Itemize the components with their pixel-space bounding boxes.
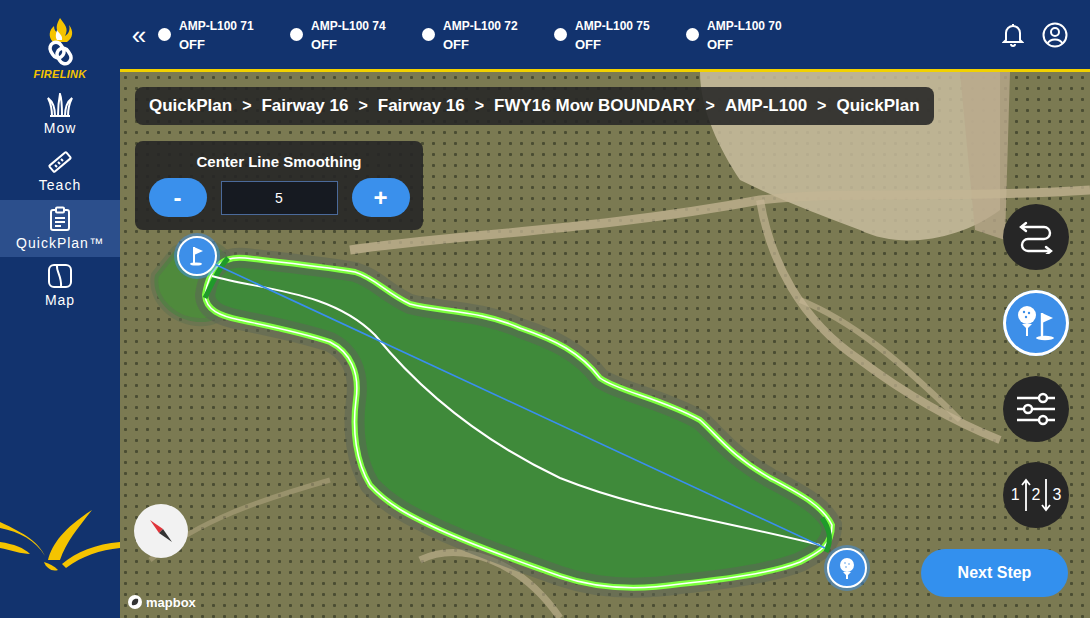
device-state: OFF — [179, 37, 254, 52]
device-status[interactable]: AMP-L100 75 OFF — [554, 17, 686, 52]
device-state: OFF — [707, 37, 782, 52]
sidebar-item[interactable]: QuickPlan™ — [0, 200, 120, 257]
smoothing-panel: Center Line Smoothing -5 + — [135, 141, 423, 230]
route-button[interactable] — [1003, 204, 1069, 270]
up-arrow-icon — [1021, 478, 1031, 512]
decrement-button[interactable]: - — [149, 178, 207, 217]
logo: FIRELINK — [0, 0, 120, 86]
device-name: AMP-L100 70 — [707, 19, 782, 33]
order-number: 1 — [1011, 486, 1020, 504]
sliders-icon — [1015, 391, 1057, 427]
sidebar: FIRELINK Mow Teach QuickPlan™ Map — [0, 0, 120, 618]
breadcrumb-separator: > — [242, 97, 251, 115]
wing-logo-icon — [0, 508, 120, 578]
breadcrumb-item[interactable]: QuickPlan — [836, 96, 919, 116]
swoosh — [0, 498, 120, 618]
sidebar-item[interactable]: Map — [0, 257, 120, 314]
next-step-button[interactable]: Next Step — [921, 549, 1068, 597]
mow-icon — [47, 93, 73, 117]
sidebar-item[interactable]: Teach — [0, 143, 120, 200]
user-icon[interactable] — [1042, 22, 1068, 48]
breadcrumb-separator: > — [475, 97, 484, 115]
breadcrumb-item[interactable]: Fairway 16 — [378, 96, 465, 116]
teeflag-icon — [1014, 303, 1058, 343]
breadcrumb-item[interactable]: QuickPlan — [149, 96, 232, 116]
order-number: 2 — [1032, 486, 1041, 504]
device-text: AMP-L100 72 OFF — [443, 19, 518, 52]
device-text: AMP-L100 74 OFF — [311, 19, 386, 52]
flag-pin[interactable] — [177, 236, 217, 276]
map-icon — [47, 263, 73, 289]
status-dot — [158, 28, 171, 41]
teeflag-button[interactable] — [1003, 290, 1069, 356]
top-bar: «AMP-L100 71OFFAMP-L100 74OFFAMP-L100 72… — [120, 0, 1090, 69]
order-number: 3 — [1052, 486, 1061, 504]
flag-icon — [187, 245, 207, 267]
sliders-button[interactable] — [1003, 376, 1069, 442]
status-dot — [422, 28, 435, 41]
device-name: AMP-L100 74 — [311, 19, 386, 33]
breadcrumb-separator: > — [358, 97, 367, 115]
down-arrow-icon — [1041, 478, 1051, 512]
breadcrumb-item[interactable]: AMP-L100 — [725, 96, 807, 116]
device-list: AMP-L100 71 OFF AMP-L100 74 OFF AMP-L100 72 O… — [158, 17, 1002, 52]
device-status[interactable]: AMP-L100 71 OFF — [158, 17, 290, 52]
status-dot — [686, 28, 699, 41]
breadcrumb: QuickPlan > Fairway 16 > Fairway 16 > FWY16 Mo… — [135, 87, 934, 125]
route-icon — [1016, 220, 1056, 254]
breadcrumb-item[interactable]: FWY16 Mow BOUNDARY — [494, 96, 696, 116]
smoothing-value[interactable]: 5 — [221, 181, 338, 215]
sidebar-item[interactable]: Mow — [0, 86, 120, 143]
device-state: OFF — [311, 37, 386, 52]
increment-button[interactable]: + — [352, 178, 410, 217]
spacer — [0, 314, 120, 498]
device-status[interactable]: AMP-L100 74 OFF — [290, 17, 422, 52]
device-name: AMP-L100 75 — [575, 19, 650, 33]
map[interactable]: QuickPlan > Fairway 16 > Fairway 16 > FWY16 Mo… — [120, 72, 1090, 618]
device-text: AMP-L100 70 OFF — [707, 19, 782, 52]
smoothing-controls: -5 + — [149, 178, 410, 217]
mapbox-logo-icon — [127, 594, 143, 610]
main: «AMP-L100 71OFFAMP-L100 74OFFAMP-L100 72… — [120, 0, 1090, 618]
compass-icon — [144, 514, 178, 548]
device-name: AMP-L100 71 — [179, 19, 254, 33]
golf-ball-icon — [837, 556, 857, 580]
status-dot — [554, 28, 567, 41]
order-icon: 123 — [1011, 478, 1062, 512]
tee-pin[interactable] — [827, 548, 867, 588]
breadcrumb-separator: > — [817, 97, 826, 115]
status-dot — [290, 28, 303, 41]
device-state: OFF — [575, 37, 650, 52]
breadcrumb-item[interactable]: Fairway 16 — [261, 96, 348, 116]
mapbox-attribution[interactable]: mapbox — [127, 594, 196, 610]
bell-icon[interactable] — [1002, 23, 1024, 47]
sidebar-label: Mow — [44, 120, 77, 136]
device-status[interactable]: AMP-L100 72 OFF — [422, 17, 554, 52]
compass-button[interactable] — [134, 504, 188, 558]
device-text: AMP-L100 71 OFF — [179, 19, 254, 52]
firelink-logo-icon — [43, 16, 77, 66]
brand-name: FIRELINK — [33, 68, 86, 80]
sidebar-label: Teach — [39, 177, 81, 193]
smoothing-label: Center Line Smoothing — [197, 153, 362, 170]
device-status[interactable]: AMP-L100 70 OFF — [686, 17, 818, 52]
breadcrumb-separator: > — [706, 97, 715, 115]
device-text: AMP-L100 75 OFF — [575, 19, 650, 52]
order-button[interactable]: 123 — [1003, 462, 1069, 528]
collapse-button[interactable]: « — [120, 22, 158, 48]
top-icons — [1002, 22, 1068, 48]
sidebar-label: QuickPlan™ — [16, 235, 104, 251]
device-state: OFF — [443, 37, 518, 52]
teach-icon — [47, 150, 73, 174]
plan-icon — [49, 206, 71, 232]
mapbox-text: mapbox — [146, 595, 196, 610]
sidebar-label: Map — [45, 292, 75, 308]
device-name: AMP-L100 72 — [443, 19, 518, 33]
tool-buttons: 123 — [1003, 204, 1069, 528]
